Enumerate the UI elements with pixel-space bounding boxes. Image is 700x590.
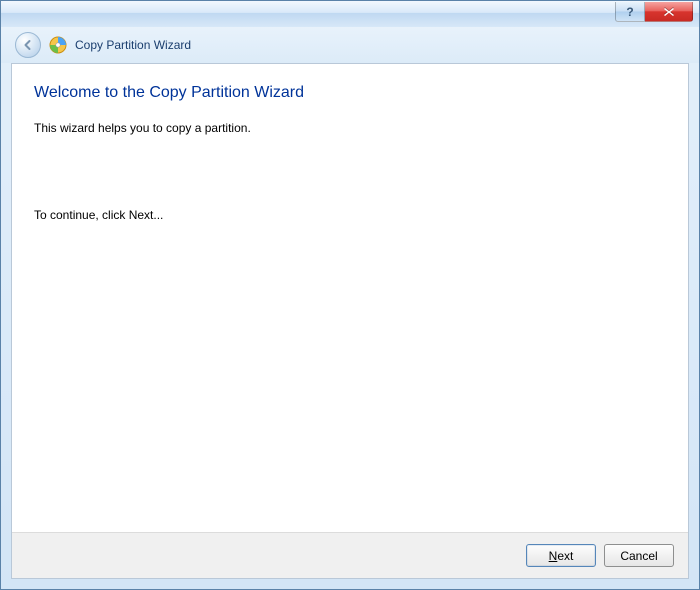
- content-panel: Welcome to the Copy Partition Wizard Thi…: [11, 63, 689, 579]
- back-button[interactable]: [15, 32, 41, 58]
- arrow-left-icon: [21, 38, 35, 52]
- help-button[interactable]: ?: [615, 2, 645, 22]
- close-icon: [663, 7, 675, 17]
- wizard-window: ? Copy Partition Wizard Welcome to the C: [0, 0, 700, 590]
- header-strip: Copy Partition Wizard: [1, 27, 699, 63]
- wizard-heading: Welcome to the Copy Partition Wizard: [34, 84, 666, 102]
- partition-wizard-icon: [49, 36, 67, 54]
- wizard-intro-text: This wizard helps you to copy a partitio…: [34, 120, 666, 137]
- help-icon: ?: [626, 5, 633, 19]
- cancel-button[interactable]: Cancel: [604, 544, 674, 567]
- wizard-continue-text: To continue, click Next...: [34, 207, 666, 224]
- next-label-rest: ext: [557, 549, 573, 563]
- close-button[interactable]: [645, 2, 693, 22]
- footer-bar: Next Cancel: [12, 532, 688, 578]
- header-title: Copy Partition Wizard: [75, 38, 191, 52]
- titlebar: ?: [1, 1, 699, 27]
- next-mnemonic: N: [549, 549, 558, 563]
- next-button[interactable]: Next: [526, 544, 596, 567]
- wizard-body: Welcome to the Copy Partition Wizard Thi…: [12, 64, 688, 532]
